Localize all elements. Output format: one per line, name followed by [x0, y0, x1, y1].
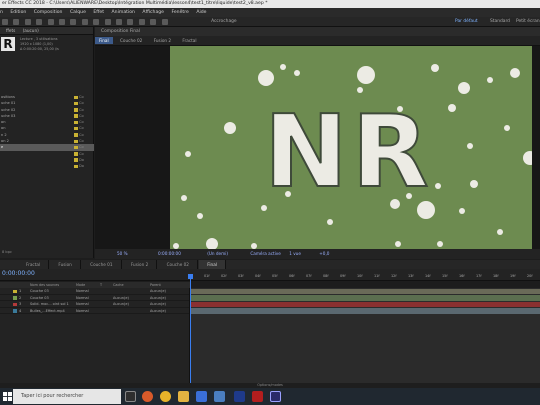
tab-final[interactable]: Final	[199, 260, 226, 269]
after-effects-icon[interactable]	[270, 391, 281, 402]
windows-start-icon[interactable]	[3, 392, 12, 401]
composition-panel-header: Composition Final	[95, 27, 540, 36]
firefox-icon[interactable]	[142, 391, 153, 402]
tab-couche-01[interactable]: Couche 01	[82, 260, 122, 269]
tab-none[interactable]: (aucun)	[23, 28, 39, 33]
menu-composition[interactable]: Composition	[34, 10, 63, 15]
zoom-tool-icon[interactable]	[36, 19, 43, 25]
current-time-display[interactable]: 0:00:00:00	[2, 270, 35, 277]
project-info: Lecture , 3 utilisations 1920 x 1080 (1,…	[20, 37, 59, 52]
timeline-tabs: Fractal Fusion Couche 01 Fusion 2 Couche…	[0, 260, 540, 269]
table-row[interactable]: 4 Bulles_...Effect.mp4 Normal Aucun(e)	[0, 308, 189, 314]
crumb-couche-02[interactable]: Couche 02	[116, 37, 146, 44]
bit-depth-label[interactable]: 8 bpc	[2, 250, 12, 254]
menu-window[interactable]: Fenêtre	[171, 10, 188, 15]
label-color-chip[interactable]	[13, 309, 17, 313]
home-icon[interactable]	[2, 19, 8, 25]
exposure-value[interactable]: +0,0	[319, 251, 329, 256]
file-explorer-icon[interactable]	[178, 391, 189, 402]
tab-effects[interactable]: ffets	[6, 28, 15, 33]
taskbar-search-input[interactable]: Taper ici pour rechercher	[13, 389, 121, 404]
camera-tool-icon[interactable]	[59, 19, 66, 25]
roto-tool-icon[interactable]	[150, 19, 157, 25]
rotate-tool-icon[interactable]	[47, 19, 54, 25]
store-icon[interactable]	[196, 391, 207, 402]
label-color-chip[interactable]	[13, 302, 17, 307]
workspace-standard[interactable]: Standard	[490, 17, 510, 27]
project-tabs: ffets (aucun)	[0, 27, 93, 35]
list-item[interactable]: Do	[0, 163, 94, 169]
workspace-small-screen[interactable]: Petit écran	[516, 17, 540, 27]
layer-list: 1 Couche 03 Normal Aucun(e) 2 Couche 03 Norma…	[0, 288, 190, 383]
label-color-chip[interactable]	[13, 289, 17, 294]
layer-bar[interactable]	[191, 295, 540, 301]
current-time-indicator[interactable]	[190, 274, 191, 384]
clone-tool-icon[interactable]	[127, 19, 134, 25]
tools-toolbar: Accrochage Par défaut Standard Petit écr…	[0, 17, 540, 27]
puppet-tool-icon[interactable]	[161, 19, 168, 25]
crumb-final[interactable]: Final	[95, 37, 113, 44]
timeline-tracks[interactable]	[191, 288, 540, 383]
composition-canvas[interactable]: NR	[170, 46, 532, 249]
photoshop-icon[interactable]	[234, 391, 245, 402]
composition-thumbnail: R	[1, 37, 15, 51]
info-duration: Δ 0:00:20:00, 25,00 i/s	[20, 47, 59, 51]
snap-label[interactable]: Accrochage	[211, 19, 237, 24]
pan-behind-tool-icon[interactable]	[70, 19, 77, 25]
crumb-fractal[interactable]: Fractal	[178, 37, 200, 44]
tab-couche-02[interactable]: Couche 02	[159, 260, 198, 269]
task-view-icon[interactable]	[125, 391, 136, 402]
tab-fusion[interactable]: Fusion	[50, 260, 81, 269]
layer-bar[interactable]	[191, 308, 540, 314]
switches-modes-toggle[interactable]: Options/modes	[257, 383, 283, 387]
eraser-tool-icon[interactable]	[138, 19, 145, 25]
menu-edit[interactable]: Edition	[10, 10, 26, 15]
bubble	[258, 70, 274, 86]
chrome-icon[interactable]	[160, 391, 171, 402]
type-tool-icon[interactable]	[104, 19, 111, 25]
title-bar: er Effects CC 2018 - C:\Users\ALIENWARE\…	[0, 0, 540, 8]
layer-bar[interactable]	[191, 288, 540, 294]
tab-fractal[interactable]: Fractal	[18, 260, 50, 269]
acrobat-icon[interactable]	[252, 391, 263, 402]
zoom-level[interactable]: 50 %	[117, 251, 128, 256]
menu-layer[interactable]: Calque	[70, 10, 86, 15]
pen-tool-icon[interactable]	[93, 19, 100, 25]
canvas-art: NR	[173, 64, 532, 249]
viewer-timecode[interactable]: 0:00:00:00	[158, 251, 181, 256]
label-color-chip[interactable]	[13, 296, 17, 300]
window-title: er Effects CC 2018 - C:\Users\ALIENWARE\…	[2, 1, 268, 6]
menu-view[interactable]: Affichage	[142, 10, 164, 15]
menu-help[interactable]: Aide	[196, 10, 206, 15]
menu-animation[interactable]: Animation	[112, 10, 135, 15]
selection-tool-icon[interactable]	[13, 19, 20, 25]
menu-bar: n Edition Composition Calque Effet Anima…	[0, 8, 540, 17]
hand-tool-icon[interactable]	[24, 19, 31, 25]
crumb-fusion-2[interactable]: Fusion 2	[150, 37, 175, 44]
menu-file[interactable]: n	[0, 10, 3, 15]
project-item-list: ositions Co uche 01 Co uche 02 Co uche 03 Co…	[0, 94, 94, 254]
tab-fusion-2[interactable]: Fusion 2	[123, 260, 158, 269]
camera-select[interactable]: Caméra active	[250, 251, 281, 256]
canvas-text: NR	[264, 93, 433, 210]
viewer-controls: 50 % 0:00:00:00 (Un demi) Caméra active …	[95, 249, 540, 259]
composition-breadcrumb: Final Couche 02 Fusion 2 Fractal	[95, 36, 540, 46]
menu-effect[interactable]: Effet	[93, 10, 104, 15]
time-ruler[interactable]: 01f 02f 03f 04f 05f 06f 07f 08f 09f 10f …	[190, 274, 540, 282]
brush-tool-icon[interactable]	[116, 19, 123, 25]
views-select[interactable]: 1 vue	[289, 251, 301, 256]
layer-bar[interactable]	[191, 301, 540, 307]
rectangle-tool-icon[interactable]	[81, 19, 88, 25]
composition-title[interactable]: Composition Final	[101, 29, 140, 34]
playhead-handle[interactable]	[188, 274, 193, 279]
workspace-default[interactable]: Par défaut	[455, 17, 478, 27]
mail-icon[interactable]	[214, 391, 225, 402]
resolution-select[interactable]: (Un demi)	[207, 251, 228, 256]
